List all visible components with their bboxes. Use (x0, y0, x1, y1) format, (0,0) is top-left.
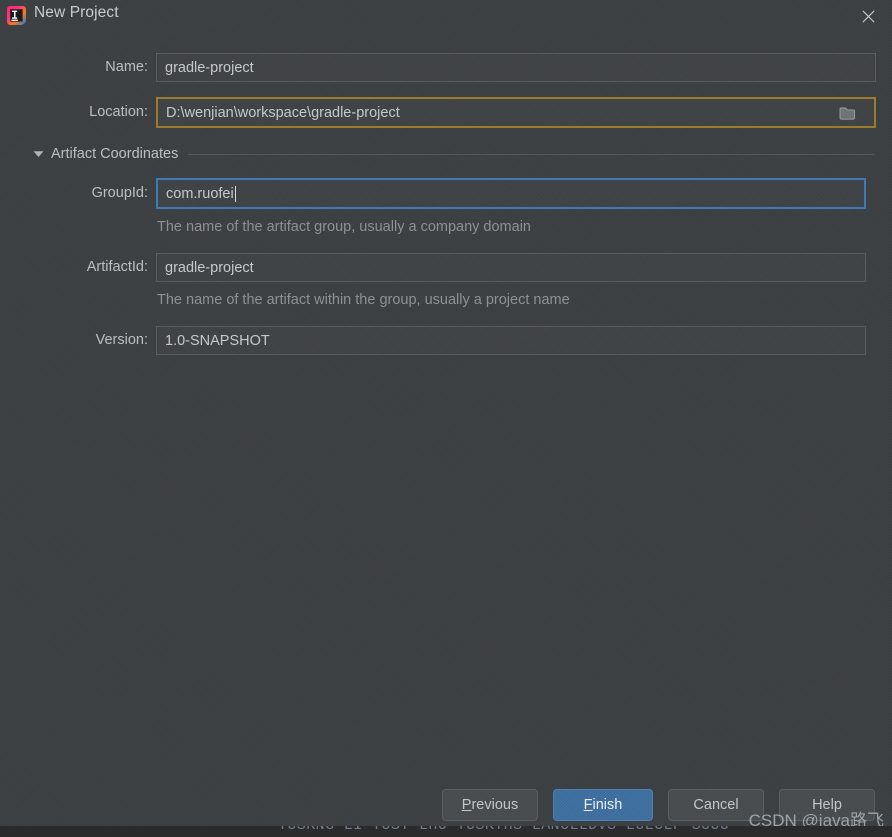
dialog-title-bar: New Project (0, 0, 892, 31)
name-label: Name: (105, 59, 148, 75)
artifact-coordinates-section-title: Artifact Coordinates (51, 146, 179, 162)
version-label: Version: (95, 332, 148, 348)
groupid-input[interactable]: com.ruofei (156, 178, 866, 209)
new-project-dialog: New Project Name: gradle-project Locatio… (0, 0, 892, 837)
background-bleed-text: TUSKNG LI TUST LHU TUSKTHS LANCLLDVS LUL… (278, 826, 729, 834)
cancel-button-label: Cancel (693, 797, 739, 813)
artifactid-label: ArtifactId: (86, 259, 148, 275)
previous-button-mnemonic: P (461, 797, 472, 813)
close-icon[interactable] (854, 2, 882, 30)
version-input[interactable]: 1.0-SNAPSHOT (156, 326, 866, 355)
section-divider (188, 153, 874, 155)
previous-button[interactable]: Previous (442, 789, 538, 821)
finish-button[interactable]: Finish (553, 789, 653, 821)
folder-icon[interactable] (838, 103, 858, 123)
name-input[interactable]: gradle-project (156, 53, 876, 82)
intellij-idea-logo-icon (7, 6, 26, 25)
artifactid-input[interactable]: gradle-project (156, 253, 866, 282)
groupid-input-value: com.ruofei (166, 185, 234, 202)
previous-button-label-rest: revious (471, 797, 519, 813)
location-input-value: D:\wenjian\workspace\gradle-project (166, 104, 400, 121)
chevron-down-icon[interactable] (31, 147, 45, 161)
location-label: Location: (89, 104, 148, 120)
artifact-coordinates-section-header[interactable]: Artifact Coordinates (31, 144, 876, 164)
location-input[interactable]: D:\wenjian\workspace\gradle-project (156, 97, 876, 128)
version-input-value: 1.0-SNAPSHOT (165, 332, 270, 349)
groupid-hint: The name of the artifact group, usually … (157, 219, 531, 235)
groupid-label: GroupId: (91, 185, 148, 201)
artifactid-input-value: gradle-project (165, 259, 254, 276)
name-input-value: gradle-project (165, 59, 254, 76)
background-bleed-strip: TUSKNG LI TUST LHU TUSKTHS LANCLLDVS LUL… (0, 826, 892, 837)
dialog-title: New Project (34, 4, 119, 21)
text-caret (234, 185, 236, 202)
finish-button-label-rest: inish (592, 797, 623, 813)
finish-button-mnemonic: F (583, 797, 593, 813)
artifactid-hint: The name of the artifact within the grou… (157, 292, 570, 308)
